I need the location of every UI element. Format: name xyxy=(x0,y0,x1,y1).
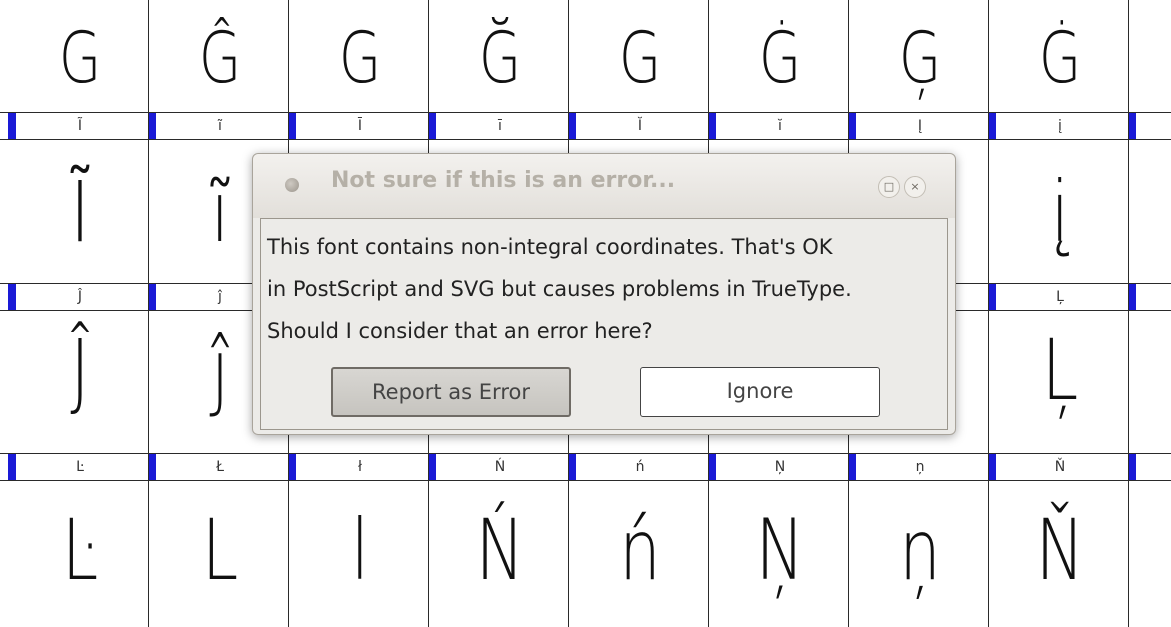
glyph-cell[interactable]: G xyxy=(305,8,414,108)
dialog-message-line: Should I consider that an error here? xyxy=(267,319,653,343)
glyph-label: Ń xyxy=(494,459,506,475)
glyph-label: Ī xyxy=(357,118,363,134)
ignore-button[interactable]: Ignore xyxy=(640,367,880,417)
glyph-label: Ĵ xyxy=(77,289,83,305)
glyph-cell[interactable]: ń xyxy=(585,490,694,610)
dialog-title: Not sure if this is an error... xyxy=(331,168,676,193)
glyph-cell[interactable]: G xyxy=(585,8,694,108)
glyph-cell[interactable]: Ŀ xyxy=(25,490,134,610)
glyph-label: į xyxy=(1058,118,1062,134)
glyph-label: Ļ xyxy=(1056,289,1064,305)
glyph-cell[interactable]: G xyxy=(25,8,134,108)
glyph-cell[interactable]: Ĝ xyxy=(165,8,274,108)
glyph-label: ņ xyxy=(915,459,925,475)
close-icon[interactable]: × xyxy=(904,176,926,198)
maximize-icon[interactable]: □ xyxy=(878,176,900,198)
glyph-cell[interactable]: Ń xyxy=(445,490,554,610)
glyph-label: ń xyxy=(635,459,645,475)
glyph-cell[interactable]: Ĵ xyxy=(25,310,134,430)
glyph-cell[interactable]: Ň xyxy=(1005,490,1114,610)
glyph-cell[interactable]: į xyxy=(1005,152,1114,272)
dialog-message-line: This font contains non-integral coordina… xyxy=(267,235,833,259)
glyph-cell[interactable]: Ğ xyxy=(445,8,554,108)
glyph-label: Ĩ xyxy=(77,118,83,134)
glyph-cell[interactable]: l xyxy=(305,490,414,610)
glyph-label: ĭ xyxy=(778,118,782,134)
glyph-label: ł xyxy=(358,459,362,475)
grid-line xyxy=(988,0,989,627)
glyph-label: ĩ xyxy=(218,118,222,134)
glyph-label: Ł xyxy=(216,459,224,475)
glyph-cell[interactable]: Ġ xyxy=(725,8,834,108)
glyph-label: Ň xyxy=(1054,459,1066,475)
glyph-cell[interactable]: L xyxy=(165,490,274,610)
glyph-cell[interactable]: Ģ xyxy=(865,8,974,108)
glyph-cell[interactable]: Ļ xyxy=(1005,310,1114,430)
glyph-cell[interactable]: ņ xyxy=(865,490,974,610)
glyph-label: Ņ xyxy=(774,459,786,475)
dialog-titlebar[interactable]: Not sure if this is an error... □ × xyxy=(253,154,955,218)
grid-line xyxy=(148,0,149,627)
error-dialog: Not sure if this is an error... □ × This… xyxy=(252,153,956,435)
glyph-cell[interactable]: Ņ xyxy=(725,490,834,610)
report-as-error-button[interactable]: Report as Error xyxy=(331,367,571,417)
glyph-cell[interactable]: Ġ xyxy=(1005,8,1114,108)
glyph-label: Į xyxy=(917,118,923,134)
glyph-label: ī xyxy=(498,118,502,134)
glyph-label: Ĭ xyxy=(637,118,643,134)
glyph-label: Ŀ xyxy=(76,459,84,475)
dialog-message-line: in PostScript and SVG but causes problem… xyxy=(267,277,852,301)
window-menu-icon[interactable] xyxy=(285,178,299,192)
glyph-cell[interactable]: Ĩ xyxy=(25,152,134,272)
grid-line xyxy=(1128,0,1129,627)
dialog-content: This font contains non-integral coordina… xyxy=(260,218,948,430)
